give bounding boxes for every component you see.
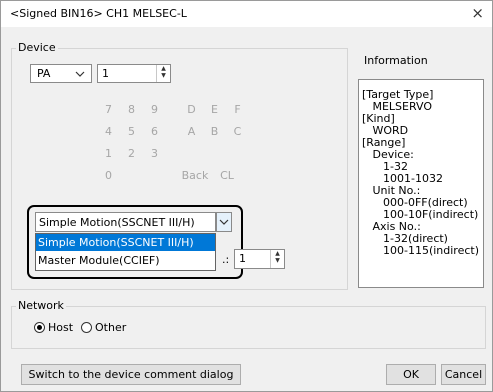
module-type-dropdown-button[interactable] [216, 212, 232, 232]
axis-label-suffix: .: [222, 253, 230, 266]
keypad-9: 9 [151, 103, 158, 116]
keypad-8: 8 [128, 103, 135, 116]
host-radio-label: Host [48, 321, 74, 334]
switch-device-comment-label: Switch to the device comment dialog [28, 368, 234, 381]
host-radio[interactable]: Host [34, 321, 86, 335]
radio-unselected-icon [81, 322, 92, 333]
keypad-7: 7 [105, 103, 112, 116]
radio-selected-icon [34, 322, 45, 333]
other-radio[interactable]: Other [81, 321, 141, 335]
device-type-value: PA [37, 67, 51, 80]
information-label: Information [364, 54, 428, 67]
keypad-c: C [233, 125, 242, 138]
keypad-4: 4 [105, 125, 112, 138]
information-panel: [Target Type] MELSERVO [Kind] WORD [Rang… [358, 79, 484, 288]
keypad-3: 3 [151, 147, 158, 160]
device-type-select[interactable]: PA [30, 64, 92, 83]
chevron-down-icon [75, 71, 85, 77]
axis-number-input[interactable]: 1 ▲ ▼ [234, 249, 285, 269]
axis-number-value: 1 [239, 252, 246, 265]
window-title: <Signed BIN16> CH1 MELSEC-L [10, 7, 187, 20]
title-bar: <Signed BIN16> CH1 MELSEC-L × [1, 1, 492, 27]
chevron-down-icon [219, 219, 229, 225]
module-type-value: Simple Motion(SSCNET III/H) [39, 216, 195, 229]
module-option-master-module[interactable]: Master Module(CCIEF) [36, 252, 215, 269]
keypad-back: Back [181, 169, 209, 182]
network-group-label: Network [16, 299, 66, 312]
ok-label: OK [403, 368, 419, 381]
device-group-label: Device [16, 41, 58, 54]
cancel-button[interactable]: Cancel [441, 364, 486, 385]
keypad-d: D [187, 103, 196, 116]
ok-button[interactable]: OK [386, 364, 436, 385]
keypad-a: A [187, 125, 196, 138]
keypad-0: 0 [105, 169, 112, 182]
switch-device-comment-button[interactable]: Switch to the device comment dialog [21, 364, 241, 385]
keypad-2: 2 [128, 147, 135, 160]
module-dropdown-list: Simple Motion(SSCNET III/H) Master Modul… [35, 233, 216, 271]
info-line: 100-115(indirect) [362, 244, 479, 257]
device-number-value: 1 [102, 67, 109, 80]
other-radio-label: Other [95, 321, 127, 334]
spin-updown-icon[interactable]: ▲ ▼ [270, 250, 284, 268]
keypad-clear: CL [220, 169, 234, 182]
device-number-input[interactable]: 1 ▲ ▼ [97, 64, 171, 83]
module-type-select[interactable]: Simple Motion(SSCNET III/H) [35, 212, 216, 232]
keypad-1: 1 [105, 147, 112, 160]
cancel-label: Cancel [444, 368, 483, 381]
keypad-b: B [210, 125, 219, 138]
module-option-simple-motion[interactable]: Simple Motion(SSCNET III/H) [36, 234, 215, 251]
spin-updown-icon[interactable]: ▲ ▼ [156, 65, 170, 82]
close-icon[interactable]: × [471, 4, 484, 22]
keypad-6: 6 [151, 125, 158, 138]
keypad-5: 5 [128, 125, 135, 138]
keypad-e: E [211, 103, 218, 116]
dialog-window: <Signed BIN16> CH1 MELSEC-L × Device PA … [0, 0, 493, 392]
keypad-f: F [234, 103, 241, 116]
